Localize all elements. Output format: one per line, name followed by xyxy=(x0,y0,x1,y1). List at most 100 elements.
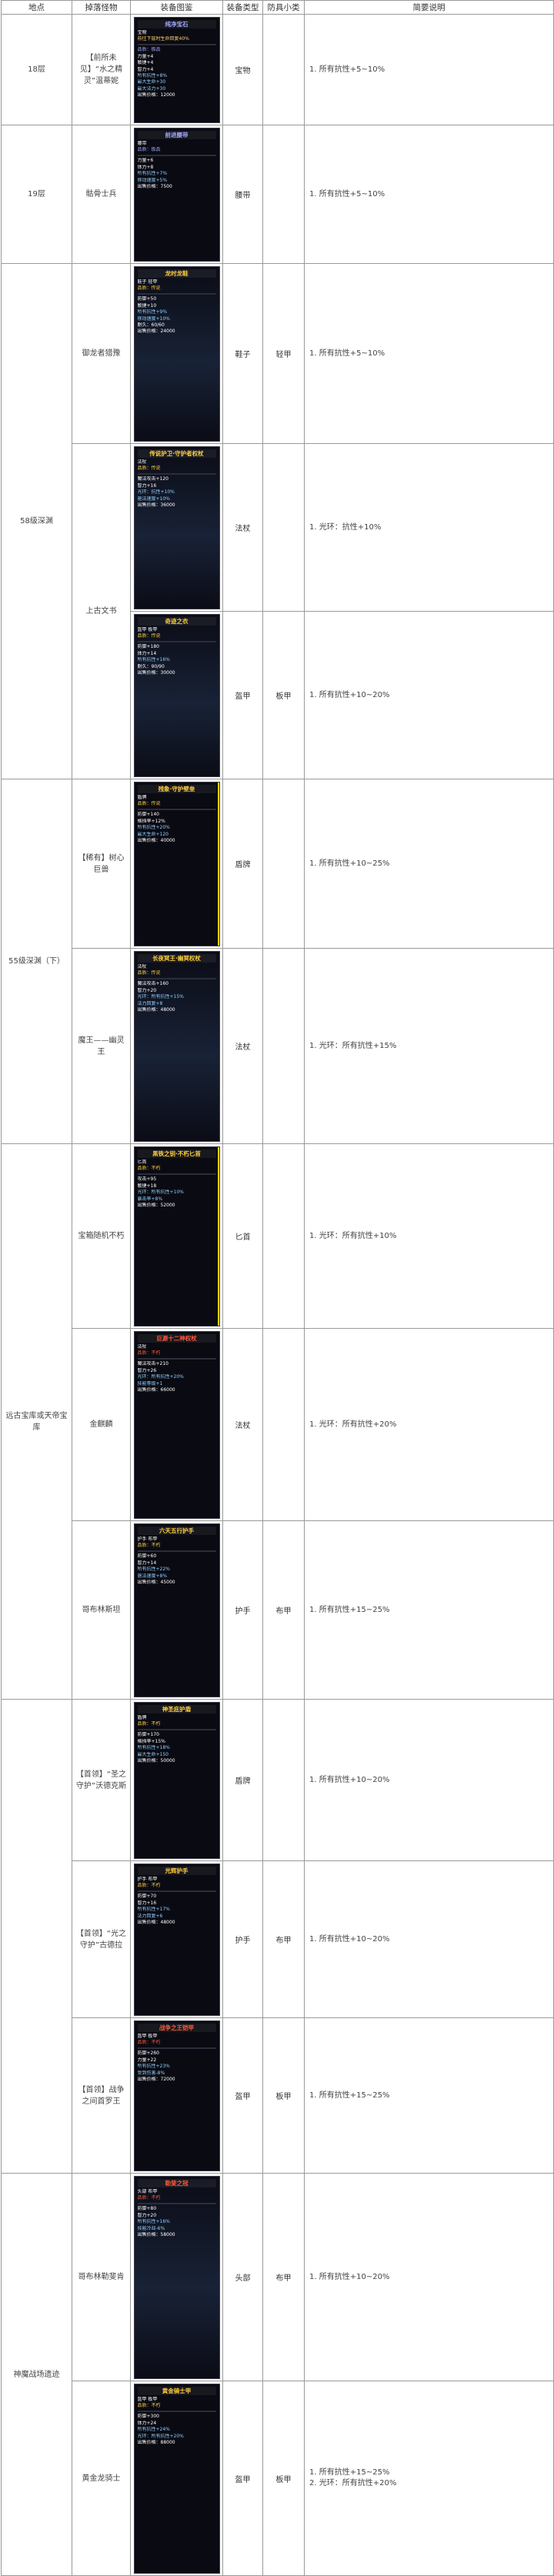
card-title: 奇迹之衣 xyxy=(137,616,216,626)
card-divider xyxy=(137,978,216,980)
subtype-cell: 布甲 xyxy=(262,2173,305,2381)
card-stat-line: 出售价格：52000 xyxy=(137,1202,175,1208)
type-cell: 法杖 xyxy=(222,1328,263,1521)
description-cell: 1. 所有抗性+15~25% xyxy=(304,1520,554,1700)
card-divider xyxy=(137,473,216,475)
table-row: 【首领】“圣之守护”沃德克斯 神圣庇护盾 盾牌 品质：不朽 防御+170 格挡率+15% 所… xyxy=(1,1699,554,2174)
card-stat-line: 盾牌 xyxy=(137,794,147,800)
table-header-row: 地点 掉落怪物 装备图鉴 装备类型 防具小类 简要说明 xyxy=(1,0,554,15)
subtype-cell: 轻甲 xyxy=(262,263,305,444)
card-stat-line: 最大生命+120 xyxy=(137,831,169,837)
card-divider xyxy=(137,1358,216,1360)
description-line: 1. 所有抗性+10~20% xyxy=(309,690,390,699)
type-cell: 护手 xyxy=(222,1860,263,2018)
card-title: 战争之王铠甲 xyxy=(137,2023,216,2032)
description-line: 1. 所有抗性+5~10% xyxy=(309,189,385,199)
card-divider xyxy=(137,809,216,811)
card-stat-line: 光环：所有抗性+20% xyxy=(137,2433,184,2439)
subtype-cell: 布甲 xyxy=(262,1860,305,2018)
highlight-bar xyxy=(217,782,219,946)
card-stat-line: 前往下层时生命回复40% xyxy=(137,35,189,42)
description-line: 2. 光环：所有抗性+20% xyxy=(309,2479,397,2488)
subtype-cell: 板甲 xyxy=(262,2017,305,2174)
card-divider xyxy=(137,1173,216,1176)
card-stat-line: 光环：所有抗性+20% xyxy=(137,1374,184,1380)
card-stat-line: 所有抗性+7% xyxy=(137,171,168,177)
card-title: 纯净宝石 xyxy=(137,19,216,28)
card-stat-line: 出售价格：30000 xyxy=(137,669,175,676)
equipment-tooltip-card: 战争之王铠甲 盔甲 板甲 品质：不朽 防御+260 力量+22 所有抗性+23% 受到伤害-… xyxy=(133,2020,220,2171)
type-cell: 匕首 xyxy=(222,1143,263,1329)
type-cell: 盔甲 xyxy=(222,2017,263,2174)
location-cell: 55级深渊（下） xyxy=(1,779,72,1144)
subtype-cell: 布甲 xyxy=(262,1520,305,1700)
subtype-cell: 板甲 xyxy=(262,611,305,779)
card-stat-line: 施法速度+8% xyxy=(137,1573,168,1579)
card-stat-line: 品质：传说 xyxy=(137,800,161,806)
card-stat-line: 所有抗性+16% xyxy=(137,657,170,663)
table-row: 【首领】战争之间首罗王 战争之王铠甲 盔甲 板甲 品质：不朽 防御+260 力量+22 所有… xyxy=(2,2017,554,2174)
card-title: 巨源十二神权杖 xyxy=(137,1333,216,1343)
card-stat-line: 品质：不朽 xyxy=(137,1350,161,1356)
card-stat-line: 智力+20 xyxy=(137,2212,157,2218)
card-divider xyxy=(137,293,216,295)
description-cell: 1. 所有抗性+10~20% xyxy=(304,2173,554,2381)
type-cell: 法杖 xyxy=(222,948,263,1144)
type-cell: 鞋子 xyxy=(222,263,263,444)
card-stat-line: 智力+4 xyxy=(137,66,154,72)
card-stat-line: 出售价格：7500 xyxy=(137,183,172,189)
card-title: 光辉护手 xyxy=(137,1866,216,1875)
table-row: 哥布林斯坦 六天五行护手 护手 布甲 品质：不朽 防御+60 智力+14 所有抗性+22% 施… xyxy=(2,1520,554,1700)
description-line: 1. 所有抗性+5~10% xyxy=(309,65,385,74)
card-stat-line: 出售价格：66000 xyxy=(137,1386,175,1393)
equipment-tooltip-card: 黑铁之钥·不朽匕首 匕首 品质：不朽 攻击+95 敏捷+18 光环：所有抗性+10% 暴击率… xyxy=(133,1146,220,1326)
type-cell: 盾牌 xyxy=(222,1699,263,1861)
type-cell: 盔甲 xyxy=(222,611,263,779)
equipment-tooltip-card: 勒斐之冠 头部 布甲 品质：不朽 防御+80 智力+20 所有抗性+16% 技能冷却-6% 出… xyxy=(133,2175,220,2379)
description-line: 1. 光环：所有抗性+10% xyxy=(309,1231,397,1240)
table-row: 神魔战场遗迹 哥布林勒斐肯 勒斐之冠 头部 布甲 品质：不朽 防御+80 智力+20 所有抗性… xyxy=(1,2173,554,2576)
equipment-tooltip-card: 黄金骑士甲 盔甲 板甲 品质：不朽 防御+300 体力+24 所有抗性+24% 光环：所有抗… xyxy=(133,2383,220,2574)
card-stat-line: 出售价格：40000 xyxy=(137,837,175,843)
monster-cell: 魔王——幽灵王 xyxy=(72,948,131,1144)
equipment-tooltip-card: 龙时龙鞋 鞋子 轻甲 品质：传说 防御+50 敏捷+10 所有抗性+9% 移动速度+10% 耐… xyxy=(133,265,220,442)
card-divider xyxy=(137,155,216,157)
card-stat-line: 智力+16 xyxy=(137,482,157,489)
card-title: 长夜冥王·幽冥权杖 xyxy=(137,953,216,963)
location-cell: 远古宝库或天帝宝库 xyxy=(1,1143,72,1700)
card-stat-line: 敏捷+10 xyxy=(137,302,157,309)
description-cell: 1. 所有抗性+10~20% xyxy=(304,1699,554,1861)
equipment-tooltip-card: 长夜冥王·幽冥权杖 法杖 品质：传说 魔法攻击+160 智力+20 光环：所有抗性+15%… xyxy=(133,950,220,1142)
card-stat-line: 出售价格：48000 xyxy=(137,1006,175,1013)
subtype-cell: 板甲 xyxy=(262,2381,305,2576)
card-stat-line: 技能等级+1 xyxy=(137,1380,163,1386)
card-stat-line: 品质：不朽 xyxy=(137,1882,161,1888)
monster-cell: 骷骨士兵 xyxy=(72,125,131,264)
card-stat-line: 力量+22 xyxy=(137,2057,157,2063)
card-stat-line: 最大生命+30 xyxy=(137,79,166,85)
description-cell: 1. 光环：抗性+10% xyxy=(304,443,554,612)
subtype-cell xyxy=(262,1143,305,1329)
card-stat-line: 防御+80 xyxy=(137,2206,157,2212)
card-stat-line: 品质：传说 xyxy=(137,969,161,976)
subtype-cell xyxy=(262,948,305,1144)
card-stat-line: 防御+300 xyxy=(137,2414,159,2420)
monster-cell: 黄金龙骑士 xyxy=(72,2381,131,2576)
card-stat-line: 盔甲 板甲 xyxy=(137,2396,158,2402)
monster-cell: 【首领】“光之守护”古德拉 xyxy=(72,1860,131,2018)
card-stat-line: 暴击率+8% xyxy=(137,1196,163,1202)
description-cell: 1. 所有抗性+15~25% xyxy=(304,2017,554,2174)
equipment-tooltip-card: 六天五行护手 护手 布甲 品质：不朽 防御+60 智力+14 所有抗性+22% 施法速度+8… xyxy=(133,1523,220,1697)
card-stat-line: 出售价格：72000 xyxy=(137,2076,175,2082)
table-row: 18层 【前所未见】“水之精灵”温蒂妮 纯净宝石 宝物 前往下层时生命回复40% 品质：极… xyxy=(1,14,554,125)
table-row: 黄金龙骑士 黄金骑士甲 盔甲 板甲 品质：不朽 防御+300 体力+24 所有抗性+24% 光… xyxy=(2,2381,554,2576)
type-cell: 法杖 xyxy=(222,443,263,612)
monster-cell: 【前所未见】“水之精灵”温蒂妮 xyxy=(72,14,131,125)
card-stat-line: 品质：不朽 xyxy=(137,2194,161,2201)
subtype-cell xyxy=(262,14,305,125)
card-stat-line: 护手 布甲 xyxy=(137,1876,158,1882)
equipment-tooltip-card: 残象·守护壁垒 盾牌 品质：传说 防御+140 格挡率+12% 所有抗性+20% 最大生命+… xyxy=(133,781,220,946)
monster-cell: 【首领】战争之间首罗王 xyxy=(72,2017,131,2174)
card-stat-line: 施法速度+10% xyxy=(137,496,170,502)
card-stat-line: 智力+26 xyxy=(137,1367,157,1373)
